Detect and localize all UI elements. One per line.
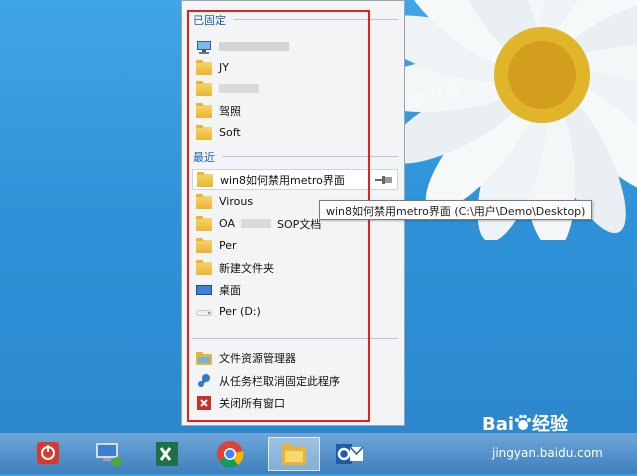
pin-icon[interactable]: [375, 175, 393, 185]
recent-item-drive-d[interactable]: Per (D:): [192, 301, 398, 322]
unpin-icon: [196, 373, 212, 389]
excel-icon[interactable]: [150, 437, 184, 471]
task-label: 文件资源管理器: [219, 351, 296, 365]
tasks-divider: [192, 338, 398, 339]
recent-item-label: Per (D:): [219, 305, 261, 318]
paw-icon: [515, 414, 532, 430]
recent-item-label: win8如何禁用metro界面: [220, 173, 345, 187]
pinned-item-soft[interactable]: Soft: [192, 122, 398, 143]
recent-item-new-folder[interactable]: 新建文件夹: [192, 257, 398, 278]
task-label: 从任务栏取消固定此程序: [219, 374, 340, 388]
baidu-url: jingyan.baidu.com: [492, 446, 603, 460]
recent-item-label: OA: [219, 217, 235, 230]
recent-divider: [222, 156, 398, 157]
pinned-item-computer[interactable]: [192, 36, 398, 57]
pinned-item-license[interactable]: 驾照: [192, 100, 398, 121]
power-icon[interactable]: [31, 437, 65, 471]
recent-item-label: 桌面: [219, 283, 241, 297]
network-computer-icon[interactable]: [91, 437, 125, 471]
task-label: 关闭所有窗口: [219, 396, 285, 410]
folder-icon: [197, 171, 213, 188]
recent-item-win8-metro[interactable]: win8如何禁用metro界面: [192, 169, 398, 190]
pinned-item-label: Soft: [219, 126, 241, 139]
folder-icon: [196, 80, 212, 97]
desktop-icon: [196, 282, 212, 298]
folder-icon: [196, 124, 212, 141]
computer-icon: [196, 39, 212, 55]
pinned-divider: [234, 19, 398, 20]
chrome-icon[interactable]: [213, 437, 247, 471]
task-close-all[interactable]: 关闭所有窗口: [192, 392, 398, 413]
file-explorer-icon[interactable]: [268, 437, 320, 471]
pinned-item-label: 驾照: [219, 104, 241, 118]
path-tooltip: win8如何禁用metro界面 (C:\用户\Demo\Desktop): [319, 200, 593, 220]
folder-icon: [196, 237, 212, 254]
pinned-item-redacted[interactable]: [192, 78, 398, 99]
task-file-explorer[interactable]: 文件资源管理器: [192, 347, 398, 368]
recent-item-label: 新建文件夹: [219, 261, 274, 275]
folder-icon: [196, 59, 212, 76]
close-window-icon: [196, 395, 212, 411]
folder-icon: [196, 259, 212, 276]
folder-icon: [196, 215, 212, 232]
explorer-icon: [196, 350, 212, 366]
recent-item-per[interactable]: Per: [192, 235, 398, 256]
task-unpin[interactable]: 从任务栏取消固定此程序: [192, 370, 398, 391]
recent-item-label-suffix: SOP文档: [277, 217, 322, 231]
drive-icon: [196, 304, 212, 320]
recent-item-desktop[interactable]: 桌面: [192, 279, 398, 300]
folder-icon: [196, 102, 212, 119]
baidu-watermark: Bai 经验: [482, 414, 569, 435]
pinned-item-label: JY: [219, 61, 229, 74]
recent-header: 最近: [193, 151, 215, 164]
folder-icon: [196, 193, 212, 210]
recent-item-label: Virous: [219, 195, 254, 208]
outlook-icon[interactable]: [332, 437, 366, 471]
recent-item-label: Per: [219, 239, 237, 252]
pinned-header: 已固定: [193, 14, 226, 27]
pinned-item-jy[interactable]: JY: [192, 57, 398, 78]
